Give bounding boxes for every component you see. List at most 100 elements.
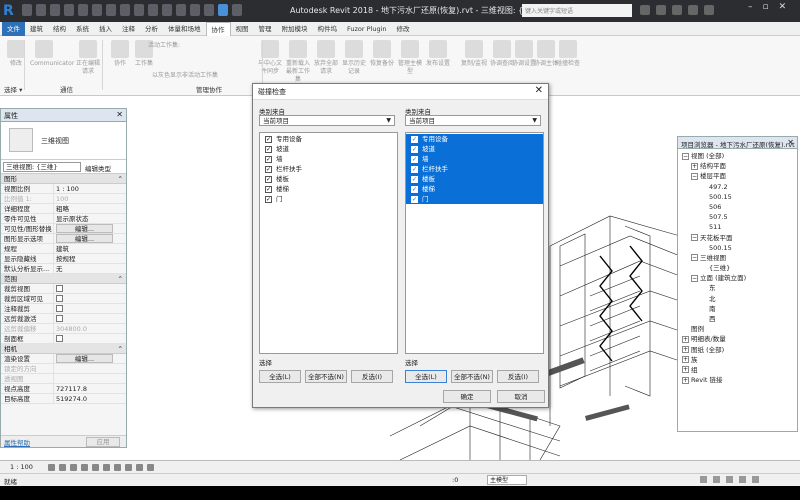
edit-button[interactable]: 编辑... [56, 234, 113, 243]
expand-icon[interactable]: + [682, 346, 689, 354]
close-icon[interactable]: ✕ [535, 85, 543, 96]
category-item[interactable]: ✓ 坡道 [260, 144, 397, 154]
property-value[interactable]: 显示原状态 [53, 214, 113, 223]
customize-qat-icon[interactable] [232, 4, 242, 16]
edit-type-button[interactable]: 编辑类型 [85, 163, 111, 173]
tab-14[interactable]: 修改 [392, 22, 415, 36]
select-none-button[interactable]: 全部不选(N) [451, 370, 493, 383]
category-checkbox[interactable]: ✓ [265, 185, 272, 193]
tree-node[interactable]: + Revit 链接 [678, 375, 797, 385]
tab-1[interactable]: 建筑 [25, 22, 48, 36]
collapse-icon[interactable]: ⌃ [118, 174, 123, 184]
property-value[interactable]: 519274.0 [53, 394, 113, 403]
ribbon-button-6[interactable]: 重新载入最新工作集 [284, 40, 312, 84]
property-checkbox[interactable] [56, 295, 63, 302]
category-item[interactable]: ✓ 楼梯 [406, 184, 543, 194]
close-icon[interactable]: ✕ [779, 2, 787, 12]
apply-button[interactable]: 应用 [86, 437, 120, 447]
collapse-icon[interactable]: − [691, 172, 698, 180]
user-icon[interactable] [672, 5, 682, 15]
category-checkbox[interactable]: ✓ [265, 195, 272, 203]
tab-8[interactable]: 协作 [205, 21, 231, 36]
expand-icon[interactable]: + [682, 356, 689, 364]
category-item[interactable]: ✓ 坡道 [406, 144, 543, 154]
tab-7[interactable]: 体量和场地 [163, 22, 206, 36]
filter-icon[interactable] [752, 476, 759, 483]
property-value[interactable]: 粗略 [53, 204, 113, 213]
category-checkbox[interactable]: ✓ [411, 145, 418, 153]
category-checkbox[interactable]: ✓ [265, 155, 272, 163]
properties-section[interactable]: 相机 ⌃ [1, 344, 126, 354]
ribbon-button-12[interactable]: 复制/监视 [460, 40, 488, 68]
tree-node[interactable]: + 明细表/数量 [678, 334, 797, 344]
revit-logo-icon[interactable]: R [3, 3, 17, 19]
close-icon[interactable]: ✕ [787, 138, 794, 147]
category-item[interactable]: ✓ 楼板 [260, 174, 397, 184]
group-select[interactable]: 选择 ▾ [4, 84, 22, 94]
expand-icon[interactable]: + [682, 376, 689, 384]
tree-node[interactable]: 南 [678, 304, 797, 314]
properties-section[interactable]: 图形 ⌃ [1, 174, 126, 184]
property-value[interactable] [53, 314, 113, 323]
tree-node[interactable]: 西 [678, 314, 797, 324]
category-checkbox[interactable]: ✓ [411, 135, 418, 143]
select-pinned-icon[interactable] [739, 476, 746, 483]
category-checkbox[interactable]: ✓ [411, 185, 418, 193]
ribbon-button-8[interactable]: 显示历史记录 [340, 40, 368, 76]
left-source-dropdown[interactable]: 当前项目 ▼ [259, 115, 395, 126]
select-links-icon[interactable] [713, 476, 720, 483]
tree-node[interactable]: − 视图 (全部) [678, 151, 797, 161]
property-value[interactable] [53, 334, 113, 343]
collapse-icon[interactable]: − [691, 254, 698, 262]
select-all-button[interactable]: 全选(L) [259, 370, 301, 383]
property-value[interactable]: 编辑... [53, 354, 113, 363]
collapse-icon[interactable]: − [682, 152, 689, 160]
search-input[interactable]: 键入关键字或短语 [522, 4, 632, 17]
properties-section[interactable]: 范围 ⌃ [1, 274, 126, 284]
tab-0[interactable]: 文件 [2, 21, 25, 36]
edit-button[interactable]: 编辑... [56, 354, 113, 363]
tree-node[interactable]: − 天花板平面 [678, 233, 797, 243]
invert-selection-button[interactable]: 反选(I) [351, 370, 393, 383]
category-item[interactable]: ✓ 专用设备 [260, 134, 397, 144]
tab-10[interactable]: 管理 [254, 22, 277, 36]
view-instance-select[interactable]: 三维视图: {三维} [3, 162, 81, 172]
open-icon[interactable] [22, 4, 32, 16]
tree-node[interactable]: − 楼层平面 [678, 171, 797, 181]
category-checkbox[interactable]: ✓ [265, 145, 272, 153]
minimize-icon[interactable]: – [748, 2, 753, 12]
invert-selection-button[interactable]: 反选(I) [497, 370, 539, 383]
collapse-icon[interactable]: − [691, 274, 698, 282]
active-model-select[interactable]: 主模型 [487, 475, 527, 485]
category-checkbox[interactable]: ✓ [411, 165, 418, 173]
properties-help-link[interactable]: 属性帮助 [4, 437, 30, 447]
category-checkbox[interactable]: ✓ [411, 175, 418, 183]
collapse-icon[interactable]: − [691, 234, 698, 241]
editable-only-icon[interactable] [700, 476, 707, 483]
measure-icon[interactable] [106, 4, 116, 16]
tab-2[interactable]: 结构 [48, 22, 71, 36]
ribbon-button-16[interactable]: 碰撞检查 [554, 40, 582, 68]
category-item[interactable]: ✓ 墙 [260, 154, 397, 164]
category-item[interactable]: ✓ 栏杆扶手 [406, 164, 543, 174]
tree-node[interactable]: 东 [678, 283, 797, 293]
tab-3[interactable]: 系统 [71, 22, 94, 36]
tree-node[interactable]: {三维} [678, 263, 797, 273]
sync-icon[interactable] [50, 4, 60, 16]
category-item[interactable]: ✓ 栏杆扶手 [260, 164, 397, 174]
property-value[interactable]: 727117.8 [53, 384, 113, 393]
expand-icon[interactable]: + [691, 162, 698, 170]
tree-node[interactable]: + 图纸 (全部) [678, 345, 797, 355]
property-value[interactable] [53, 294, 113, 303]
dimension-icon[interactable] [120, 4, 130, 16]
tree-node[interactable]: 北 [678, 294, 797, 304]
property-value[interactable]: 无 [53, 264, 113, 273]
category-item[interactable]: ✓ 门 [260, 194, 397, 204]
visual-style-icon[interactable] [59, 464, 66, 471]
tree-node[interactable]: 497.2 [678, 182, 797, 192]
tree-node[interactable]: + 族 [678, 355, 797, 365]
property-value[interactable]: 建筑 [53, 244, 113, 253]
expand-icon[interactable]: + [682, 335, 689, 343]
ribbon-button-2[interactable]: 正在编辑请求 [74, 40, 102, 76]
category-item[interactable]: ✓ 专用设备 [406, 134, 543, 144]
